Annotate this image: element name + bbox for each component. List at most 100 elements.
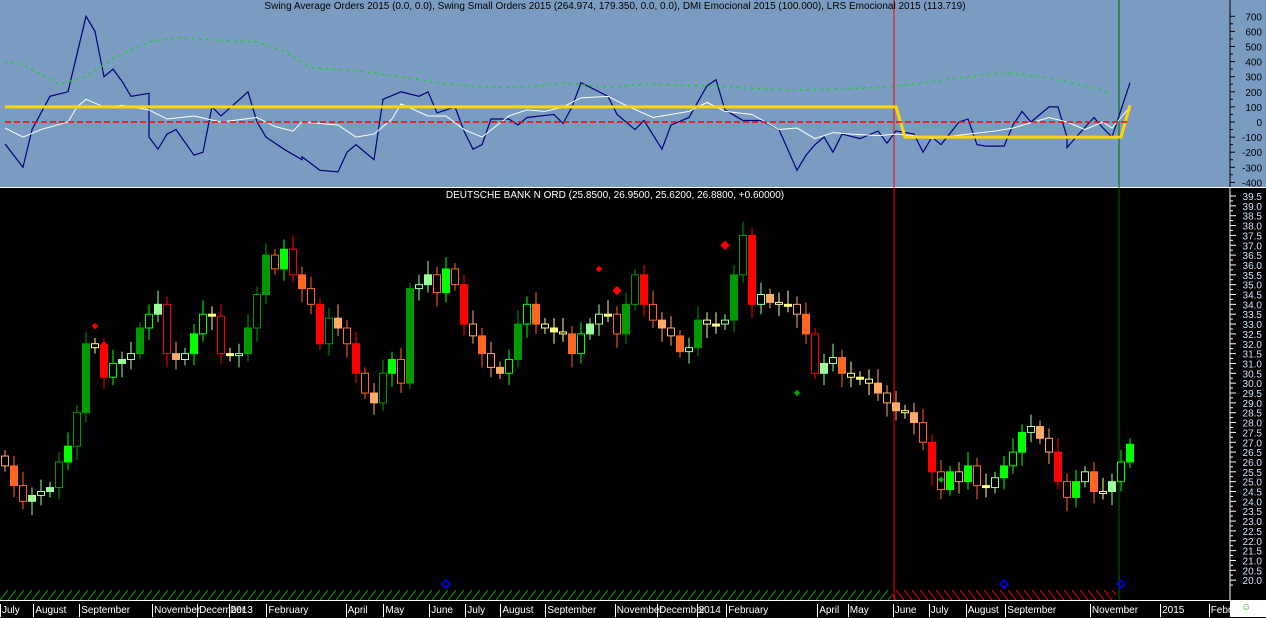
candle-body — [640, 274, 648, 305]
candle-body — [820, 362, 828, 374]
candle-body — [505, 359, 513, 374]
time-axis-label: November — [1089, 604, 1139, 617]
candle — [361, 367, 369, 399]
candle — [550, 318, 558, 344]
candle-body — [793, 303, 801, 315]
candle — [1072, 469, 1080, 508]
candle-body — [1072, 481, 1080, 498]
candle — [244, 314, 252, 362]
candle — [982, 473, 990, 498]
candle — [883, 385, 891, 417]
time-axis-label: November — [152, 604, 201, 617]
indicator-line-swing-small-orders — [4, 14, 1131, 173]
candle-body — [676, 335, 684, 353]
candle — [127, 341, 135, 370]
signal-diamond-marker — [1115, 579, 1127, 590]
candle — [1009, 438, 1017, 474]
candle — [37, 479, 45, 506]
candle-body — [802, 313, 810, 335]
time-axis-label: July — [465, 604, 486, 617]
candle — [172, 341, 180, 370]
candle-body — [559, 331, 567, 335]
candle-body — [280, 248, 288, 270]
price-y-tick-label: 20.0 — [1243, 576, 1263, 587]
signal-diamond-marker — [720, 240, 730, 250]
candle-body — [352, 343, 360, 374]
signal-diamond-marker — [612, 285, 622, 296]
candle — [955, 461, 963, 494]
candle — [217, 304, 225, 364]
corner-box: ☺ — [1230, 600, 1266, 617]
indicator-y-tick-label: -100 — [1242, 133, 1262, 144]
candle-body — [253, 294, 261, 329]
candle — [1099, 477, 1107, 500]
time-axis-label: June — [429, 604, 453, 617]
candle — [442, 257, 450, 303]
candle-body — [379, 372, 387, 404]
candle-body — [370, 392, 378, 404]
candle-body — [946, 471, 954, 491]
candle-body — [1018, 431, 1026, 453]
candle — [640, 264, 648, 317]
indicator-y-tick-label: 300 — [1245, 73, 1262, 84]
candle-body — [712, 323, 720, 327]
candle — [1045, 428, 1053, 464]
candle — [109, 349, 117, 386]
candle — [298, 266, 306, 303]
candle-body — [973, 465, 981, 487]
candle-body — [136, 327, 144, 355]
candle-body — [289, 248, 297, 276]
candle-body — [46, 487, 54, 492]
indicator-line-dmi-emocional — [4, 36, 1113, 95]
candle-body — [10, 465, 18, 487]
indicator-y-tick-label: -300 — [1242, 163, 1262, 174]
candle — [352, 331, 360, 384]
candle-body — [649, 303, 657, 321]
candle-body — [298, 274, 306, 290]
candle-body — [739, 234, 747, 276]
candle-body — [406, 288, 414, 384]
candle-body — [28, 494, 36, 502]
signal-diamond-marker — [595, 265, 603, 273]
candle — [253, 286, 261, 342]
candle — [343, 320, 351, 358]
candle — [1, 450, 9, 472]
candle — [685, 337, 693, 364]
indicator-y-tick-label: -200 — [1242, 148, 1262, 159]
signal-diamond-marker — [440, 579, 452, 590]
candle — [748, 227, 756, 319]
candle-body — [64, 445, 72, 463]
candle — [1036, 420, 1044, 445]
candle — [10, 456, 18, 498]
candle — [1000, 456, 1008, 490]
candle-body — [1009, 451, 1017, 467]
indicator-y-tick-label: -400 — [1242, 178, 1262, 189]
candle-body — [964, 465, 972, 483]
indicator-y-tick-label: 500 — [1245, 43, 1262, 54]
candle-body — [523, 303, 531, 325]
candle-body — [838, 357, 846, 374]
time-axis-label: September — [1005, 604, 1057, 617]
candle-body — [919, 422, 927, 443]
time-axis-label: May — [383, 604, 405, 617]
candle — [739, 221, 747, 283]
time-axis-label: April — [345, 604, 368, 617]
time-axis-label: August — [33, 604, 67, 617]
candle-body — [982, 485, 990, 489]
candle — [811, 327, 819, 380]
candle — [1063, 473, 1071, 512]
candle-body — [415, 284, 423, 290]
candle — [73, 404, 81, 460]
candle-body — [721, 319, 729, 325]
candle — [226, 347, 234, 362]
candle-body — [532, 303, 540, 325]
candle — [676, 329, 684, 358]
candle — [145, 304, 153, 340]
candle — [235, 343, 243, 368]
candle-body — [991, 477, 999, 489]
candle-body — [1099, 491, 1107, 494]
candle — [874, 369, 882, 401]
candle — [19, 471, 27, 510]
candle-body — [766, 294, 774, 303]
candle — [1054, 438, 1062, 490]
